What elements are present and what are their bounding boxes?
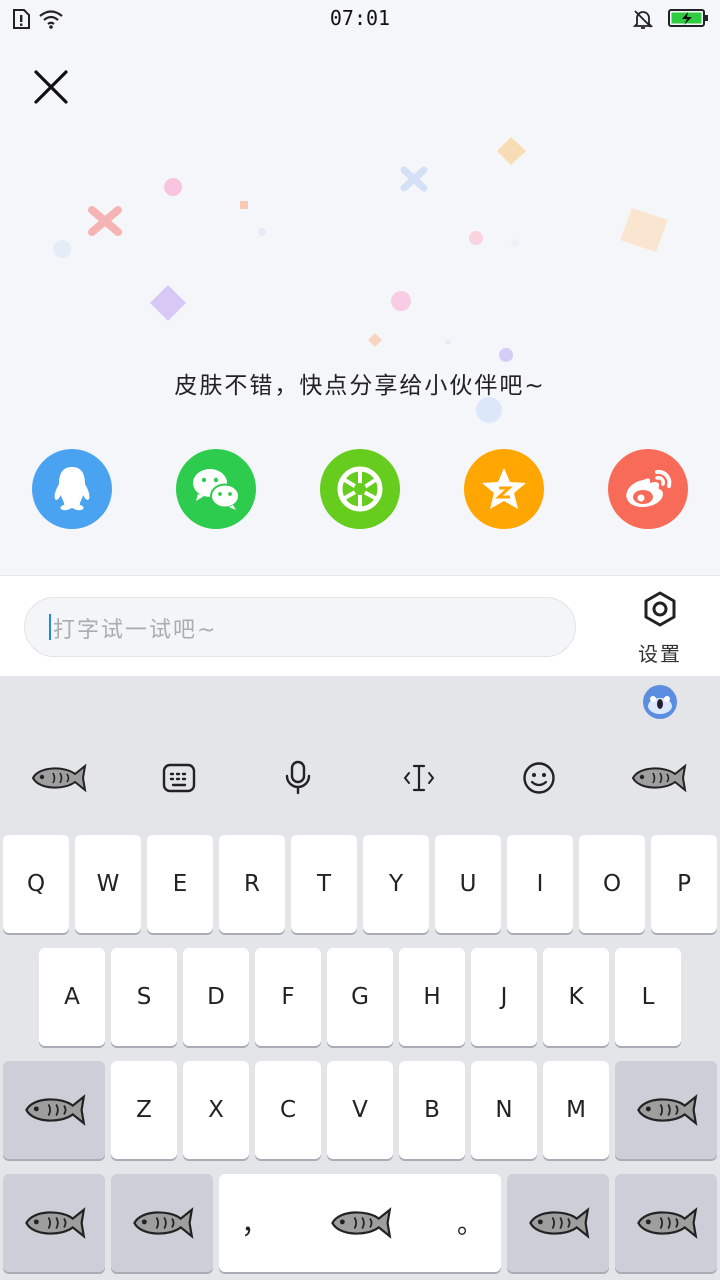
key-y[interactable]: Y xyxy=(363,835,429,933)
share-weibo-button[interactable] xyxy=(608,449,688,529)
clock: 07:01 xyxy=(329,6,391,30)
wechat-icon xyxy=(193,469,240,510)
fish-icon xyxy=(331,1207,392,1239)
key-r[interactable]: R xyxy=(219,835,285,933)
key-p[interactable]: P xyxy=(651,835,717,933)
key-c[interactable]: C xyxy=(255,1061,321,1159)
microphone-icon xyxy=(285,760,311,795)
key-l[interactable]: L xyxy=(615,948,681,1046)
key-o[interactable]: O xyxy=(579,835,645,933)
share-targets xyxy=(0,449,720,529)
qq-icon xyxy=(54,467,90,511)
close-button[interactable] xyxy=(28,64,74,110)
fish-icon xyxy=(25,1094,86,1126)
text-caret xyxy=(49,614,51,640)
input-placeholder: 打字试一试吧~ xyxy=(53,618,218,643)
key-b[interactable]: B xyxy=(399,1061,465,1159)
key-k[interactable]: K xyxy=(543,948,609,1046)
shift-key[interactable] xyxy=(3,1061,105,1159)
key-x[interactable]: X xyxy=(183,1061,249,1159)
language-switch-key[interactable] xyxy=(507,1174,609,1272)
fish-icon xyxy=(529,1207,590,1239)
toolbar-cursor-button[interactable] xyxy=(389,758,449,798)
key-q[interactable]: Q xyxy=(3,835,69,933)
weibo-icon xyxy=(626,469,672,507)
keyboard-icon xyxy=(162,763,196,793)
numbers-key[interactable] xyxy=(111,1174,213,1272)
bell-muted-icon xyxy=(632,10,654,29)
key-g[interactable]: G xyxy=(327,948,393,1046)
share-message: 皮肤不错，快点分享给小伙伴吧~ xyxy=(174,373,546,399)
mascot-icon[interactable] xyxy=(642,684,678,720)
input-bar: 打字试一试吧~ 设置 xyxy=(0,575,720,676)
comma-label: ， xyxy=(241,1207,270,1240)
toolbar-emoji-button[interactable] xyxy=(509,758,569,798)
settings-label: 设置 xyxy=(638,642,682,666)
fish-icon xyxy=(25,1207,86,1239)
share-wechat-button[interactable] xyxy=(176,449,256,529)
emoji-icon xyxy=(523,762,555,794)
moments-icon xyxy=(337,466,383,512)
key-i[interactable]: I xyxy=(507,835,573,933)
qzone-icon xyxy=(482,468,526,509)
toolbar-skin-button[interactable] xyxy=(28,758,88,798)
period-label: 。 xyxy=(456,1210,483,1240)
status-bar: 07:01 xyxy=(0,0,720,36)
toolbar-skin-button-right[interactable] xyxy=(628,758,688,798)
key-j[interactable]: J xyxy=(471,948,537,1046)
share-qzone-button[interactable] xyxy=(464,449,544,529)
key-v[interactable]: V xyxy=(327,1061,393,1159)
text-input[interactable]: 打字试一试吧~ xyxy=(24,597,576,657)
key-t[interactable]: T xyxy=(291,835,357,933)
key-h[interactable]: H xyxy=(399,948,465,1046)
enter-key[interactable] xyxy=(615,1174,717,1272)
cursor-icon xyxy=(403,764,435,792)
key-a[interactable]: A xyxy=(39,948,105,1046)
settings-button[interactable]: 设置 xyxy=(630,590,690,670)
share-moments-button[interactable] xyxy=(320,449,400,529)
fish-icon xyxy=(133,1207,194,1239)
key-s[interactable]: S xyxy=(111,948,177,1046)
key-z[interactable]: Z xyxy=(111,1061,177,1159)
key-f[interactable]: F xyxy=(255,948,321,1046)
keyboard: Q W E R T Y U I O P A S D F G H J K L Z … xyxy=(0,676,720,1280)
battery-charging-icon xyxy=(668,9,708,27)
fish-icon xyxy=(637,1094,698,1126)
key-e[interactable]: E xyxy=(147,835,213,933)
toolbar-voice-button[interactable] xyxy=(268,758,328,798)
space-key[interactable]: ， 。 xyxy=(219,1174,501,1272)
toolbar-keyboard-button[interactable] xyxy=(149,758,209,798)
fish-icon xyxy=(631,763,687,793)
fish-icon xyxy=(31,763,87,793)
key-u[interactable]: U xyxy=(435,835,501,933)
share-qq-button[interactable] xyxy=(32,449,112,529)
hexagon-settings-icon xyxy=(644,591,676,627)
symbols-key[interactable] xyxy=(3,1174,105,1272)
key-m[interactable]: M xyxy=(543,1061,609,1159)
fish-icon xyxy=(637,1207,698,1239)
key-n[interactable]: N xyxy=(471,1061,537,1159)
key-d[interactable]: D xyxy=(183,948,249,1046)
backspace-key[interactable] xyxy=(615,1061,717,1159)
key-w[interactable]: W xyxy=(75,835,141,933)
